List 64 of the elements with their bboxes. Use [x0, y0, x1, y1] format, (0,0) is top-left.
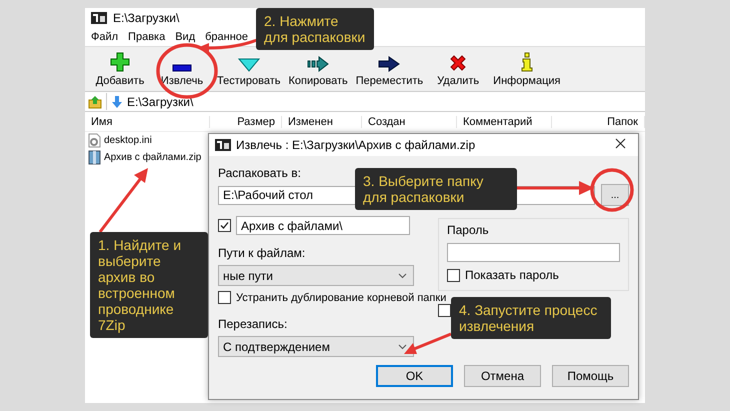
- column-header[interactable]: Папок: [552, 116, 645, 128]
- toolbar-button[interactable]: Тестировать: [213, 58, 285, 91]
- column-header[interactable]: Создан: [362, 116, 457, 128]
- checkbox[interactable]: [218, 219, 231, 232]
- checkbox-label: Показать пароль: [465, 268, 559, 282]
- highlight-circle: [590, 168, 634, 212]
- arrow: [404, 332, 452, 354]
- menu-item[interactable]: бранное: [205, 31, 248, 43]
- group-label: Пароль: [447, 223, 490, 237]
- file-name[interactable]: Архив с файлами.zip: [104, 152, 202, 163]
- plus-icon: [110, 52, 130, 72]
- caret-icon: [398, 344, 407, 350]
- toolbar-button[interactable]: Копировать: [284, 56, 352, 91]
- caret-icon: [398, 272, 407, 278]
- browse-button[interactable]: ...: [601, 184, 629, 206]
- window-title: E:\Загрузки\: [113, 11, 180, 25]
- password-field[interactable]: [447, 243, 620, 262]
- field-label: Пути к файлам:: [218, 246, 306, 260]
- checkbox-label: Устранить дублирование корневой папки: [236, 292, 446, 304]
- address-field[interactable]: E:\Загрузки\: [106, 93, 645, 110]
- app-logo-icon: [91, 12, 107, 24]
- callout-note: 4. Запустите процесс извлечения: [451, 297, 611, 339]
- toolbar-button[interactable]: Удалить: [427, 54, 490, 91]
- menu-item[interactable]: Файл: [91, 31, 118, 43]
- callout-note: 1. Найдите и выберите архив во встроенном проводнике 7Zip: [90, 232, 208, 338]
- close-icon: [615, 138, 626, 149]
- delete-icon: [449, 54, 468, 72]
- arrow: [98, 168, 148, 233]
- dialog-button[interactable]: OK: [376, 365, 453, 387]
- column-header[interactable]: Размер: [210, 116, 282, 128]
- column-header[interactable]: Изменен: [282, 116, 362, 128]
- field-label: Перезапись:: [218, 317, 288, 331]
- file-name[interactable]: desktop.ini: [104, 135, 152, 146]
- column-header[interactable]: Комментарий: [457, 116, 552, 128]
- info-icon: [520, 52, 533, 72]
- toolbar-button[interactable]: Добавить: [89, 52, 151, 91]
- menu-item[interactable]: Вид: [175, 31, 196, 43]
- checkbox[interactable]: [438, 304, 451, 317]
- callout-note: 3. Выберите папку для распаковки: [355, 168, 517, 210]
- checkbox[interactable]: [447, 268, 460, 282]
- callout-note: 2. Нажмите для распаковки: [256, 8, 374, 50]
- folder-up-icon[interactable]: [88, 94, 102, 108]
- arrow-right-icon: [307, 56, 330, 72]
- archive-file-icon: [88, 150, 101, 165]
- highlight-circle: [156, 43, 218, 99]
- toolbar-button[interactable]: Информация: [489, 52, 565, 91]
- chevron-down-icon: [238, 58, 260, 72]
- field-label: Распаковать в:: [218, 166, 302, 180]
- overwrite-dropdown[interactable]: С подтверждением: [218, 336, 414, 357]
- checkbox[interactable]: [218, 291, 231, 304]
- dialog-title: Извлечь : E:\Загрузки\Архив с файлами.zip: [236, 138, 476, 152]
- arrow-down-icon: [111, 94, 123, 108]
- arrow-right-icon: [378, 56, 400, 72]
- app-logo-icon: [215, 139, 231, 151]
- column-header[interactable]: Имя: [85, 116, 210, 128]
- menu-item[interactable]: Правка: [128, 31, 166, 43]
- dialog-button[interactable]: Помощь: [552, 365, 629, 387]
- toolbar-button[interactable]: Извлечь: [151, 64, 213, 91]
- settings-file-icon: [88, 133, 101, 148]
- toolbar-button[interactable]: Переместить: [352, 56, 428, 91]
- dialog-button[interactable]: Отмена: [464, 365, 541, 387]
- minus-icon: [172, 64, 192, 72]
- subfolder-field[interactable]: Архив с файлами\: [236, 216, 410, 235]
- paths-dropdown[interactable]: ные пути: [218, 265, 414, 286]
